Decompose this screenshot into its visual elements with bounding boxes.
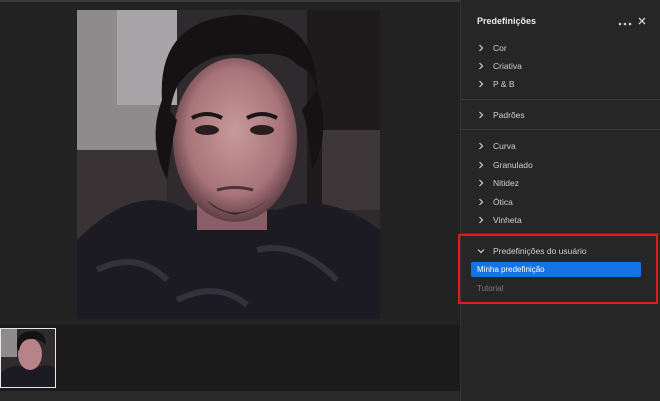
preset-group-label: P & B (493, 79, 515, 89)
preset-group-curva[interactable]: Curva (477, 139, 516, 153)
more-horizontal-icon[interactable] (618, 16, 632, 26)
preset-group-cor[interactable]: Cor (477, 41, 507, 55)
presets-panel: Predefinições Cor Criativa P & B Padrões… (458, 0, 660, 401)
preset-group-label: Criativa (493, 61, 522, 71)
preset-group-label: Cor (493, 43, 507, 53)
preset-group-vinheta[interactable]: Vinheta (477, 213, 522, 227)
preset-group-pb[interactable]: P & B (477, 77, 515, 91)
preset-group-label: Nitidez (493, 178, 519, 188)
chevron-right-icon (479, 142, 484, 150)
chevron-right-icon (479, 161, 484, 169)
close-icon[interactable] (636, 14, 648, 26)
filmstrip (0, 325, 460, 401)
chevron-right-icon (479, 80, 484, 88)
preset-group-nitidez[interactable]: Nitidez (477, 176, 519, 190)
preset-group-label: Padrões (493, 110, 525, 120)
chevron-right-icon (479, 44, 484, 52)
chevron-right-icon (479, 62, 484, 70)
chevron-right-icon (479, 216, 484, 224)
preset-group-label: Curva (493, 141, 516, 151)
photo-canvas (0, 0, 460, 401)
filmstrip-thumbnail[interactable] (0, 328, 56, 388)
chevron-right-icon (479, 111, 484, 119)
preset-group-otica[interactable]: Ótica (477, 195, 513, 209)
toolbar-edge (0, 0, 460, 2)
preset-group-criativa[interactable]: Criativa (477, 59, 522, 73)
divider (461, 129, 660, 130)
panel-title: Predefinições (477, 16, 537, 26)
annotation-highlight-box (458, 234, 658, 304)
preset-group-label: Ótica (493, 197, 513, 207)
preset-group-label: Vinheta (493, 215, 522, 225)
status-bar (0, 391, 460, 401)
divider (461, 99, 660, 100)
chevron-right-icon (479, 179, 484, 187)
preset-group-label: Granulado (493, 160, 533, 170)
main-photo[interactable] (77, 10, 380, 319)
chevron-right-icon (479, 198, 484, 206)
preset-group-granulado[interactable]: Granulado (477, 158, 533, 172)
preset-group-padroes[interactable]: Padrões (477, 108, 525, 122)
